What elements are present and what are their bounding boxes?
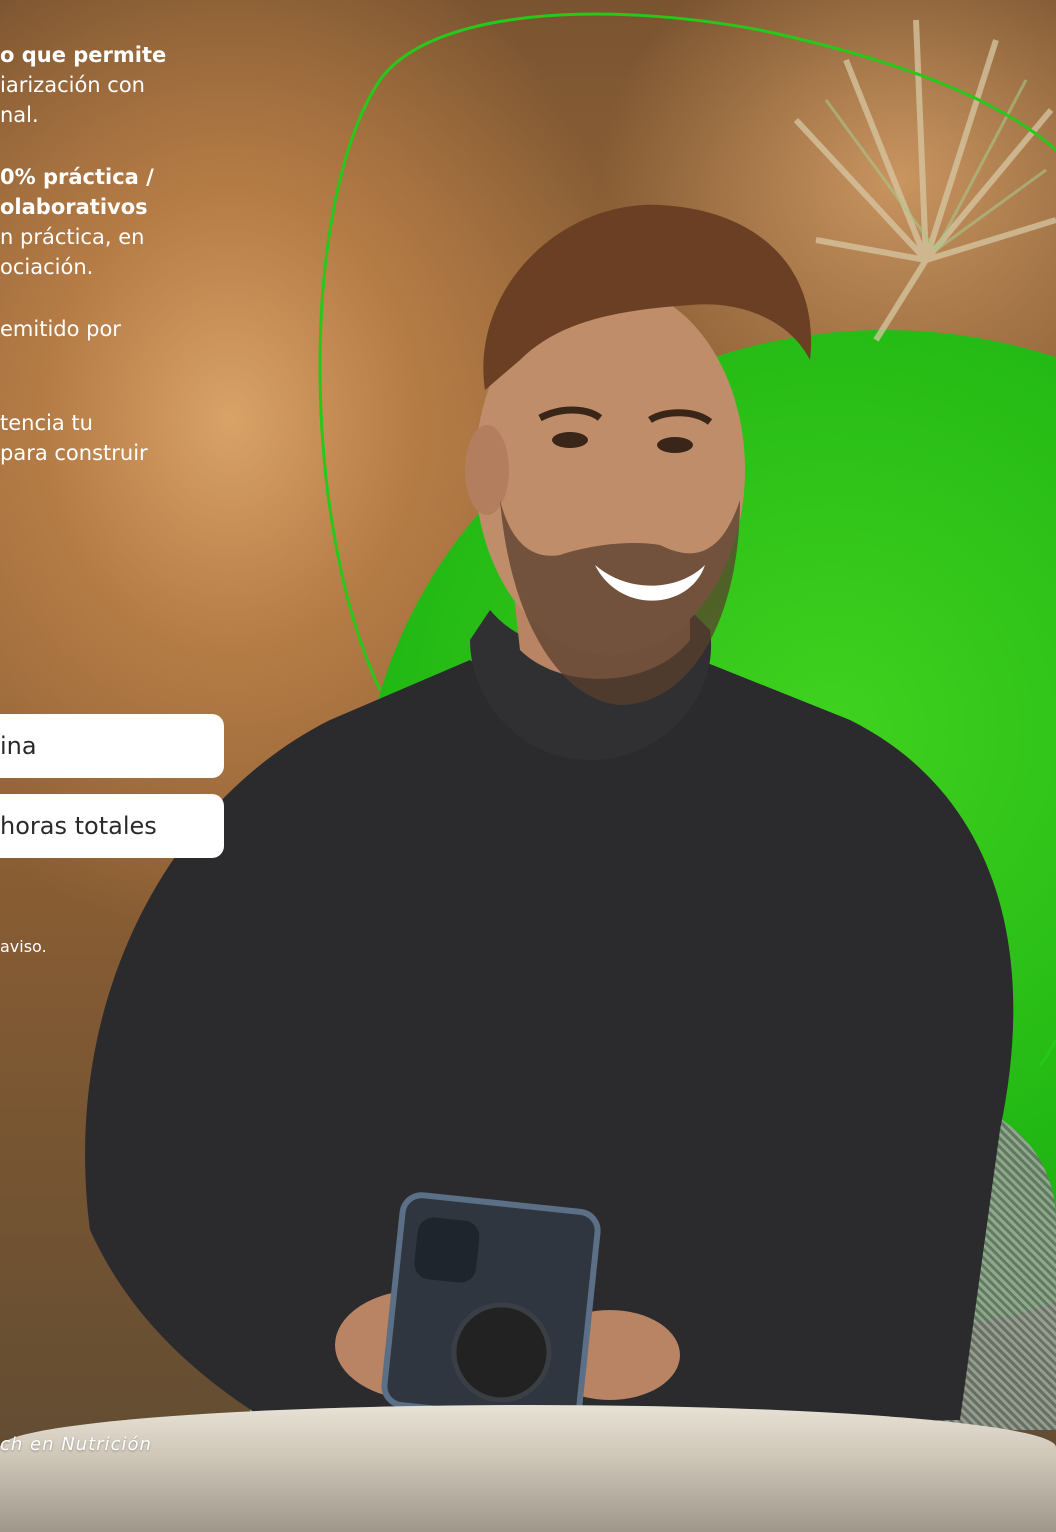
info-pill-schedule: ina bbox=[0, 714, 224, 778]
text-line: ociación. bbox=[0, 255, 94, 279]
text-line: para construir bbox=[0, 441, 148, 465]
footer-caption: ch en Nutrición bbox=[0, 1434, 152, 1455]
text-line: n práctica, en bbox=[0, 225, 145, 249]
text-line: olaborativos bbox=[0, 195, 148, 219]
description-text-block: o que permite iarización con nal. 0% prá… bbox=[0, 40, 340, 468]
text-line: iarización con bbox=[0, 73, 145, 97]
disclaimer-note: aviso. bbox=[0, 937, 47, 956]
text-line: o que permite bbox=[0, 43, 167, 67]
text-line: nal. bbox=[0, 103, 39, 127]
text-line: tencia tu bbox=[0, 411, 93, 435]
info-pill-hours: horas totales bbox=[0, 794, 224, 858]
pill-label: ina bbox=[0, 732, 37, 760]
text-line: emitido por bbox=[0, 317, 121, 341]
pill-label: horas totales bbox=[0, 812, 157, 840]
text-line: 0% práctica / bbox=[0, 165, 154, 189]
